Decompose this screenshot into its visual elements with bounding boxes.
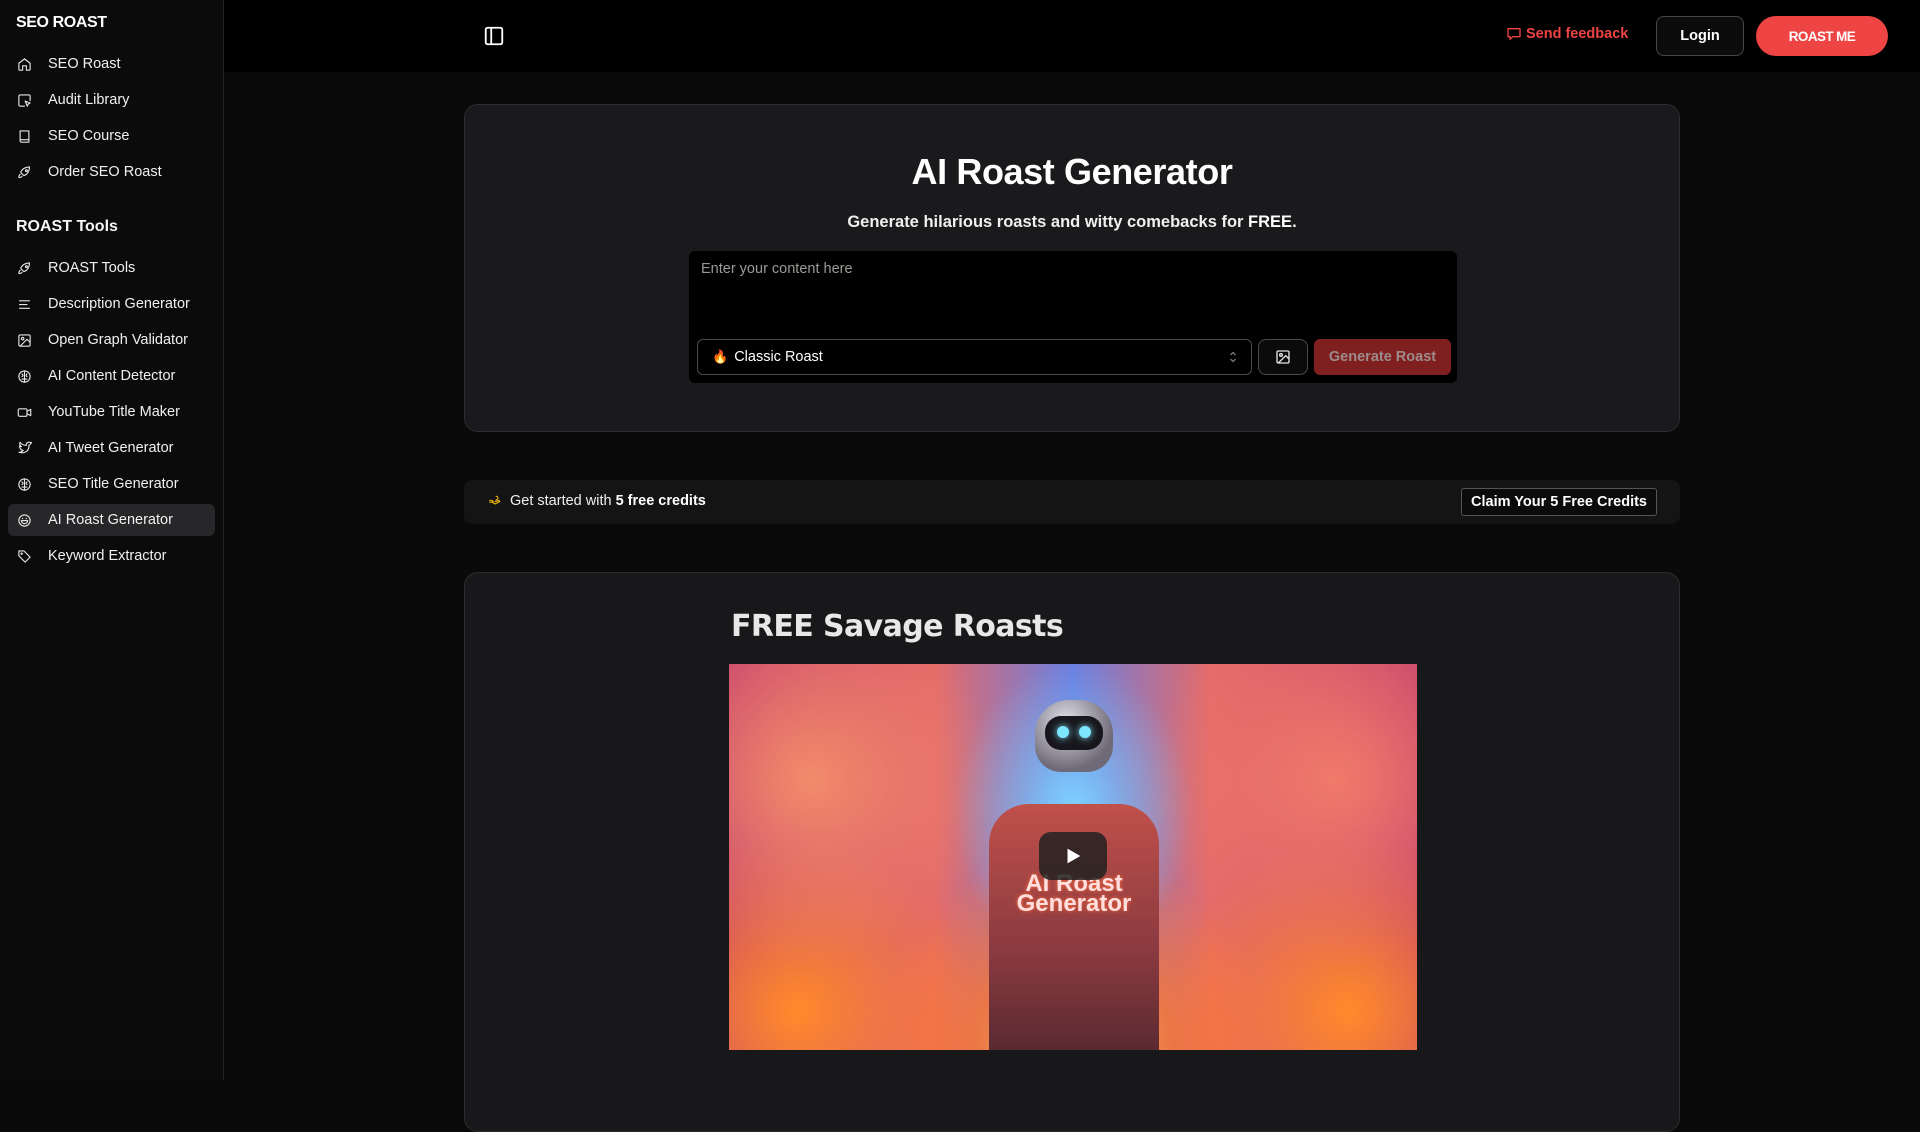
generator-card: AI Roast Generator Generate hilarious ro… bbox=[464, 104, 1680, 432]
sidebar-item-youtube-title-maker[interactable]: YouTube Title Maker bbox=[8, 396, 215, 428]
sidebar-item-label: Open Graph Validator bbox=[48, 332, 188, 348]
robot-eye bbox=[1057, 726, 1069, 738]
chevron-updown-icon bbox=[1230, 351, 1236, 363]
coins-hand-icon bbox=[489, 495, 501, 505]
smile-icon bbox=[16, 512, 32, 528]
sidebar-item-ai-content-detector[interactable]: AI Content Detector bbox=[8, 360, 215, 392]
claim-credits-button[interactable]: Claim Your 5 Free Credits bbox=[1461, 488, 1657, 516]
home-icon bbox=[16, 56, 32, 72]
section-title-roast-tools: ROAST Tools bbox=[16, 218, 118, 235]
sidebar-item-seo-title-generator[interactable]: SEO Title Generator bbox=[8, 468, 215, 500]
roast-me-button[interactable]: ROAST ME bbox=[1756, 16, 1888, 56]
sidebar-item-label: AI Tweet Generator bbox=[48, 440, 174, 456]
sidebar-item-label: ROAST Tools bbox=[48, 260, 136, 276]
robot-eye bbox=[1079, 726, 1091, 738]
image-icon bbox=[1276, 350, 1290, 364]
roast-style-select[interactable]: 🔥 Classic Roast bbox=[697, 339, 1252, 375]
rocket-icon bbox=[16, 164, 32, 180]
brain-icon bbox=[16, 368, 32, 384]
roast-style-value: Classic Roast bbox=[734, 349, 823, 365]
page-subtitle: Generate hilarious roasts and witty come… bbox=[465, 213, 1679, 232]
sidebar-item-ai-tweet-generator[interactable]: AI Tweet Generator bbox=[8, 432, 215, 464]
image-icon bbox=[16, 332, 32, 348]
sidebar-item-order-seo-roast[interactable]: Order SEO Roast bbox=[8, 156, 215, 188]
generate-roast-button[interactable]: Generate Roast bbox=[1314, 339, 1451, 375]
sidebar-item-label: AI Content Detector bbox=[48, 368, 176, 384]
fire-icon: 🔥 bbox=[712, 349, 729, 364]
sidebar-item-description-generator[interactable]: Description Generator bbox=[8, 288, 215, 320]
sidebar-item-roast-tools[interactable]: ROAST Tools bbox=[8, 252, 215, 284]
credits-prefix: Get started with bbox=[510, 493, 616, 509]
send-feedback-link[interactable]: Send feedback bbox=[1506, 26, 1628, 42]
sidebar-item-label: Keyword Extractor bbox=[48, 548, 167, 564]
sidebar-item-ai-roast-generator[interactable]: AI Roast Generator bbox=[8, 504, 215, 536]
topbar: Send feedback Login ROAST ME bbox=[224, 0, 1920, 72]
book-icon bbox=[16, 128, 32, 144]
text-lines-icon bbox=[16, 296, 32, 312]
sidebar-item-seo-course[interactable]: SEO Course bbox=[8, 120, 215, 152]
subtitle-text: Generate hilarious roasts and witty come… bbox=[847, 213, 1249, 231]
showcase-card: FREE Savage Roasts AI Roast Generator bbox=[464, 572, 1680, 1132]
rocket-icon bbox=[16, 260, 32, 276]
credits-text: Get started with 5 free credits bbox=[488, 493, 706, 509]
subtitle-bold: FREE bbox=[1248, 213, 1293, 231]
video-icon bbox=[16, 404, 32, 420]
send-feedback-label: Send feedback bbox=[1526, 26, 1629, 42]
sidebar-item-label: Order SEO Roast bbox=[48, 164, 162, 180]
sidebar-item-label: SEO Roast bbox=[48, 56, 121, 72]
sidebar-item-label: SEO Title Generator bbox=[48, 476, 179, 492]
sidebar-item-label: AI Roast Generator bbox=[48, 512, 173, 528]
sidebar-item-label: Audit Library bbox=[48, 92, 130, 108]
robot-illustration bbox=[1035, 700, 1113, 772]
page-title: AI Roast Generator bbox=[911, 151, 1233, 192]
sidebar-item-label: SEO Course bbox=[48, 128, 130, 144]
credits-count: 5 free credits bbox=[615, 493, 706, 509]
credits-banner: Get started with 5 free credits Claim Yo… bbox=[464, 480, 1680, 524]
tag-icon bbox=[16, 548, 32, 564]
login-button[interactable]: Login bbox=[1656, 16, 1744, 56]
brand-logo[interactable]: SEO ROAST bbox=[16, 14, 107, 32]
play-button[interactable] bbox=[1039, 832, 1107, 880]
message-icon bbox=[1507, 28, 1521, 40]
upload-image-button[interactable] bbox=[1258, 339, 1308, 375]
twitter-icon bbox=[16, 440, 32, 456]
robot-face bbox=[1045, 716, 1103, 750]
video-overlay-text: AI Roast Generator bbox=[1016, 870, 1132, 917]
sidebar-item-audit-library[interactable]: Audit Library bbox=[8, 84, 215, 116]
showcase-title: FREE Savage Roasts bbox=[731, 609, 1064, 644]
cursor-square-icon bbox=[16, 92, 32, 108]
sidebar-panel-icon bbox=[484, 26, 504, 46]
play-icon bbox=[1067, 848, 1081, 864]
video-player[interactable]: AI Roast Generator bbox=[729, 664, 1417, 1050]
sidebar: SEO ROAST SEO Roast Audit Library SEO Co… bbox=[0, 0, 224, 1080]
content-input[interactable] bbox=[689, 251, 1457, 331]
sidebar-item-open-graph-validator[interactable]: Open Graph Validator bbox=[8, 324, 215, 356]
toggle-sidebar-button[interactable] bbox=[483, 25, 505, 47]
roast-composer: 🔥 Classic Roast Generate Roast bbox=[689, 251, 1457, 383]
brain-icon bbox=[16, 476, 32, 492]
subtitle-suffix: . bbox=[1292, 213, 1297, 231]
sidebar-item-seo-roast[interactable]: SEO Roast bbox=[8, 48, 215, 80]
sidebar-item-keyword-extractor[interactable]: Keyword Extractor bbox=[8, 540, 215, 572]
sidebar-item-label: YouTube Title Maker bbox=[48, 404, 180, 420]
sidebar-item-label: Description Generator bbox=[48, 296, 190, 312]
